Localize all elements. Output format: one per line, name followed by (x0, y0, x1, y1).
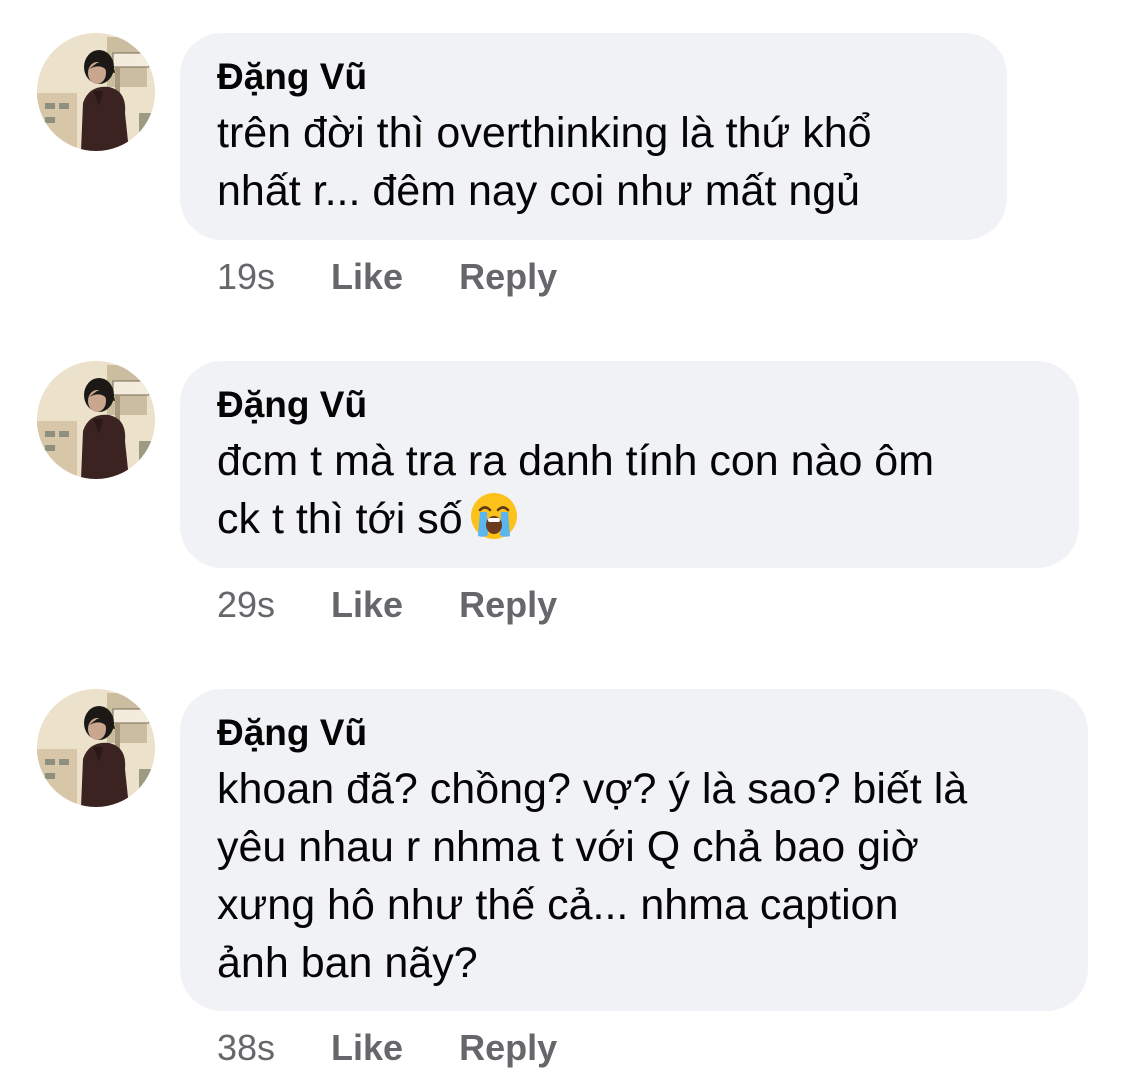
like-button[interactable]: Like (331, 1026, 403, 1070)
comment-actions: 38s Like Reply (217, 1026, 557, 1070)
comment-bubble[interactable]: Đặng Vũ khoan đã? chồng? vợ? ý là sao? b… (180, 689, 1088, 1011)
reply-button[interactable]: Reply (459, 255, 557, 299)
comment-text-line: ck t thì tới số (217, 490, 1043, 548)
comment-text: đcm t mà tra ra danh tính con nào ôm ck … (217, 432, 1043, 548)
avatar-photo (37, 33, 155, 151)
comment-text-line: xưng hô như thế cả... nhma caption (217, 881, 899, 929)
comment-text-fragment: ck t thì tới số (217, 495, 463, 543)
comment-actions: 19s Like Reply (217, 255, 557, 299)
comment-text-line: yêu nhau r nhma t với Q chả bao giờ (217, 823, 919, 871)
avatar[interactable] (37, 361, 155, 479)
loudly-crying-face-icon (470, 493, 517, 539)
like-button[interactable]: Like (331, 583, 403, 627)
comment-text-line: ảnh ban nãy? (217, 939, 478, 987)
reply-button[interactable]: Reply (459, 583, 557, 627)
avatar[interactable] (37, 33, 155, 151)
comment-text-line: nhất r... đêm nay coi như mất ngủ (217, 167, 861, 215)
comment-timestamp[interactable]: 29s (217, 583, 275, 627)
avatar[interactable] (37, 689, 155, 807)
comment-text-line: khoan đã? chồng? vợ? ý là sao? biết là (217, 765, 968, 813)
avatar-photo (37, 361, 155, 479)
comment-timestamp[interactable]: 38s (217, 1026, 275, 1070)
comment-actions: 29s Like Reply (217, 583, 557, 627)
comment-bubble[interactable]: Đặng Vũ trên đời thì overthinking là thứ… (180, 33, 1007, 240)
reply-button[interactable]: Reply (459, 1026, 557, 1070)
comment-text-line: đcm t mà tra ra danh tính con nào ôm (217, 437, 935, 485)
comment-author[interactable]: Đặng Vũ (217, 711, 1052, 755)
comment-timestamp[interactable]: 19s (217, 255, 275, 299)
comment-text-line: trên đời thì overthinking là thứ khổ (217, 109, 872, 157)
comment-author[interactable]: Đặng Vũ (217, 55, 971, 99)
comment-author[interactable]: Đặng Vũ (217, 383, 1043, 427)
comment-text: trên đời thì overthinking là thứ khổ nhấ… (217, 104, 971, 220)
comment-bubble[interactable]: Đặng Vũ đcm t mà tra ra danh tính con nà… (180, 361, 1079, 568)
like-button[interactable]: Like (331, 255, 403, 299)
avatar-photo (37, 689, 155, 807)
comment-text: khoan đã? chồng? vợ? ý là sao? biết là y… (217, 760, 1052, 992)
